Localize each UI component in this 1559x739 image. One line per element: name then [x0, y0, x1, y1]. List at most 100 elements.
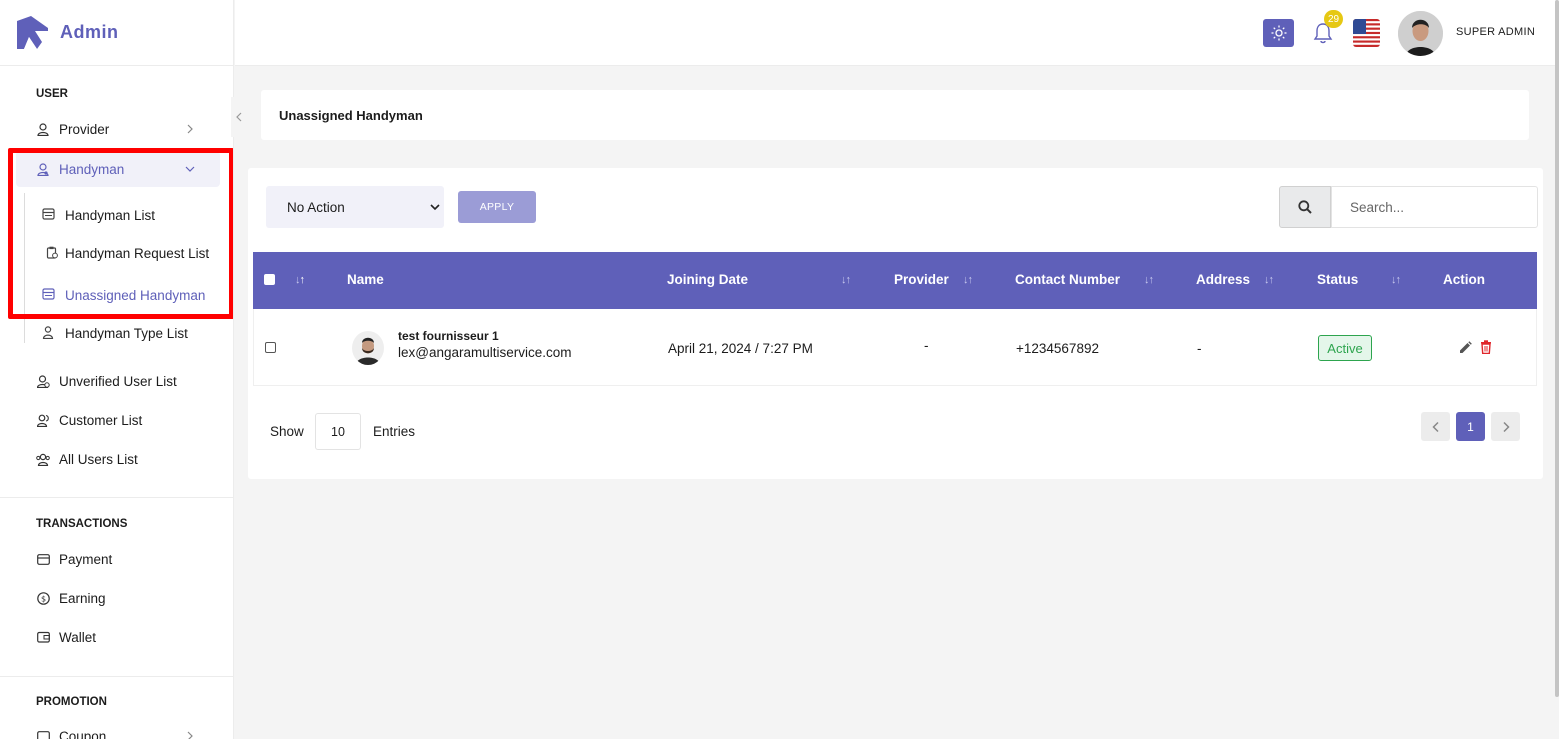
- bulk-action-select[interactable]: No Action: [266, 186, 444, 228]
- search-input[interactable]: [1331, 186, 1538, 228]
- edit-icon[interactable]: [1459, 341, 1472, 354]
- section-divider: [0, 497, 233, 498]
- avatar[interactable]: [1398, 11, 1443, 56]
- us-flag-icon[interactable]: [1353, 19, 1380, 47]
- list-icon: [42, 208, 56, 222]
- sidebar-subitem-label: Handyman List: [65, 207, 156, 223]
- sidebar-item-unverified-users[interactable]: Unverified User List: [16, 363, 220, 399]
- main-card: No Action APPLY ↓↑ Name Joining Date ↓↑ …: [248, 168, 1543, 479]
- sidebar-item-handyman[interactable]: Handyman: [16, 151, 220, 187]
- apply-button[interactable]: APPLY: [458, 191, 536, 223]
- users-group-icon: [36, 452, 50, 466]
- chevron-down-icon: [430, 204, 440, 211]
- sidebar: Admin USER Provider Handyman Handyman Li…: [0, 0, 234, 739]
- column-provider[interactable]: Provider: [894, 272, 949, 287]
- handyman-email: lex@angaramultiservice.com: [398, 345, 572, 360]
- sidebar-item-label: Handyman: [59, 161, 125, 177]
- sort-icon[interactable]: ↓↑: [1264, 274, 1274, 286]
- theme-toggle-button[interactable]: [1263, 19, 1294, 47]
- page-title: Unassigned Handyman: [261, 90, 1529, 140]
- list-icon: [42, 288, 56, 302]
- column-contact-number[interactable]: Contact Number: [1015, 272, 1120, 287]
- chevron-left-icon: [236, 112, 242, 122]
- sort-icon[interactable]: ↓↑: [295, 274, 305, 286]
- user-name[interactable]: SUPER ADMIN: [1456, 26, 1535, 38]
- submenu-line: [24, 193, 25, 343]
- pagination-page-button[interactable]: 1: [1456, 412, 1485, 441]
- section-user: USER: [36, 88, 68, 100]
- sidebar-subitem-handyman-list[interactable]: Handyman List: [42, 200, 155, 230]
- sort-icon[interactable]: ↓↑: [841, 274, 851, 286]
- table-row[interactable]: test fournisseur 1 lex@angaramultiservic…: [253, 309, 1537, 386]
- search-icon: [1298, 200, 1312, 214]
- contact-number: +1234567892: [1016, 341, 1099, 356]
- column-status[interactable]: Status: [1317, 272, 1358, 287]
- sidebar-item-wallet[interactable]: Wallet: [16, 619, 220, 655]
- select-all-checkbox[interactable]: [264, 274, 275, 285]
- svg-text:$: $: [40, 594, 45, 603]
- column-name[interactable]: Name: [347, 272, 384, 287]
- users-icon: [36, 413, 50, 427]
- provider-value: -: [924, 338, 929, 353]
- sort-icon[interactable]: ↓↑: [963, 274, 973, 286]
- column-joining-date[interactable]: Joining Date: [667, 272, 748, 287]
- search-button[interactable]: [1279, 186, 1331, 228]
- sidebar-subitem-label: Handyman Type List: [65, 325, 188, 341]
- chevron-right-icon: [187, 124, 193, 134]
- row-checkbox[interactable]: [265, 342, 276, 353]
- sidebar-item-label: Coupon: [59, 728, 107, 739]
- sidebar-item-coupon[interactable]: Coupon: [16, 718, 220, 739]
- sidebar-item-earning[interactable]: $ Earning: [16, 580, 220, 616]
- sidebar-item-label: Wallet: [59, 629, 97, 645]
- pagination-next-button[interactable]: [1491, 412, 1520, 441]
- sidebar-collapse-button[interactable]: [231, 97, 247, 137]
- sort-icon[interactable]: ↓↑: [1144, 274, 1154, 286]
- delete-icon[interactable]: [1480, 340, 1492, 354]
- sidebar-item-label: Payment: [59, 551, 113, 567]
- status-badge[interactable]: Active: [1318, 335, 1372, 361]
- sidebar-item-label: All Users List: [59, 451, 138, 467]
- chevron-right-icon: [187, 731, 193, 739]
- dollar-icon: $: [36, 591, 50, 605]
- column-action: Action: [1443, 272, 1485, 287]
- coupon-icon: [36, 729, 50, 739]
- sidebar-subitem-handyman-type-list[interactable]: Handyman Type List: [42, 318, 188, 348]
- show-label: Show: [270, 424, 304, 439]
- bulk-action-value: No Action: [287, 199, 345, 215]
- page-size-select[interactable]: 10: [315, 413, 361, 450]
- sidebar-item-all-users[interactable]: All Users List: [16, 441, 220, 477]
- sort-icon[interactable]: ↓↑: [1391, 274, 1401, 286]
- handyman-icon: [36, 162, 50, 176]
- user-tag-icon: [42, 326, 56, 340]
- credit-card-icon: [36, 552, 50, 566]
- sidebar-subitem-label: Handyman Request List: [65, 245, 210, 261]
- sidebar-subitem-unassigned-handyman[interactable]: Unassigned Handyman: [42, 280, 205, 310]
- wallet-icon: [36, 630, 50, 644]
- sun-icon: [1271, 25, 1286, 41]
- user-icon: [36, 122, 50, 136]
- user-check-icon: [36, 374, 50, 388]
- sidebar-item-customer-list[interactable]: Customer List: [16, 402, 220, 438]
- brand-name: Admin: [60, 22, 119, 42]
- sidebar-item-label: Earning: [59, 590, 106, 606]
- entries-label: Entries: [373, 424, 416, 439]
- sidebar-subitem-handyman-request-list[interactable]: Handyman Request List: [46, 238, 209, 268]
- column-address[interactable]: Address: [1196, 272, 1250, 287]
- pagination-prev-button[interactable]: [1421, 412, 1450, 441]
- sidebar-item-payment[interactable]: Payment: [16, 541, 220, 577]
- handyman-name[interactable]: test fournisseur 1: [398, 329, 499, 343]
- sidebar-item-label: Unverified User List: [59, 373, 177, 389]
- section-transactions: TRANSACTIONS: [36, 518, 128, 530]
- address-value: -: [1197, 341, 1202, 356]
- table-header: ↓↑ Name Joining Date ↓↑ Provider ↓↑ Cont…: [253, 252, 1537, 309]
- section-promotion: PROMOTION: [36, 696, 107, 708]
- sidebar-subitem-label: Unassigned Handyman: [65, 287, 206, 303]
- brand[interactable]: Admin: [0, 0, 233, 66]
- joining-date: April 21, 2024 / 7:27 PM: [668, 341, 813, 356]
- sidebar-item-label: Customer List: [59, 412, 143, 428]
- chevron-down-icon: [185, 166, 195, 172]
- page-scrollbar[interactable]: [1555, 0, 1559, 697]
- sidebar-item-provider[interactable]: Provider: [16, 111, 220, 147]
- logo-icon: [17, 15, 48, 49]
- section-divider: [0, 676, 233, 677]
